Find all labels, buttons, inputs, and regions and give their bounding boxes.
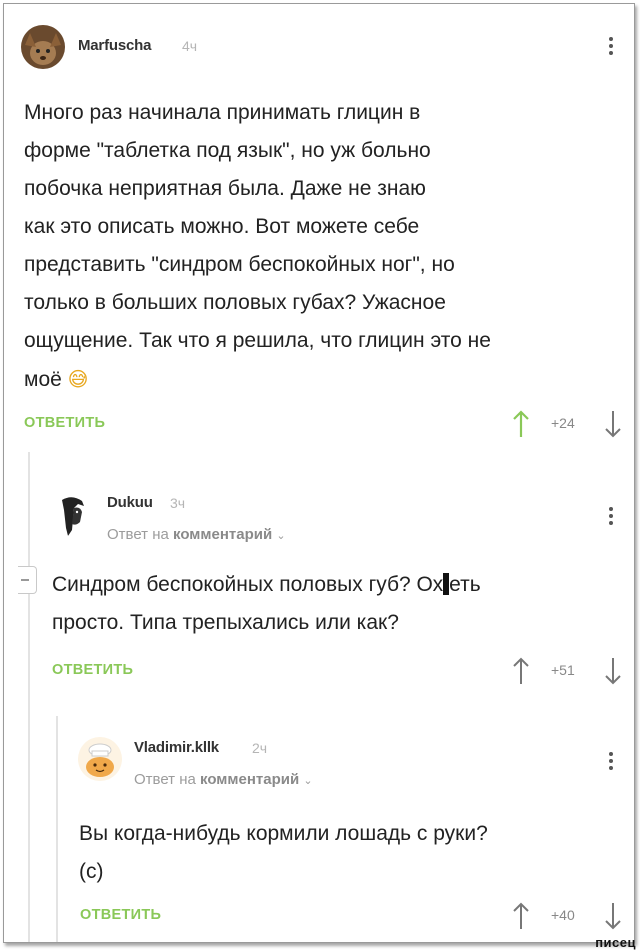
text-line: как это описать можно. Вот можете себе <box>24 215 420 238</box>
text-segment: Синдром беспокойных половых губ? Ох <box>52 573 444 596</box>
sweat-smile-emoji-icon: 😅 <box>67 367 89 391</box>
text-segment: еть <box>449 573 481 596</box>
reply-to-target: комментарий <box>200 771 300 788</box>
text-line: (с) <box>79 860 104 883</box>
reply-to-link[interactable]: Ответ на комментарий ⌄ <box>107 526 286 543</box>
vote-block: +24 <box>509 409 629 439</box>
downvote-arrow-icon[interactable] <box>603 656 623 686</box>
score: +24 <box>551 415 575 431</box>
comments-screenshot: Marfuscha 4ч Много раз начинала принимат… <box>3 3 635 943</box>
upvote-arrow-icon[interactable] <box>511 409 531 439</box>
username[interactable]: Vladimir.kllk <box>134 739 219 756</box>
timestamp: 2ч <box>252 740 268 756</box>
avatar[interactable] <box>78 737 122 781</box>
comment-marfuscha: Marfuscha 4ч Много раз начинала принимат… <box>4 4 634 444</box>
reply-to-prefix: Ответ на <box>107 526 169 543</box>
comment-text: Много раз начинала принимать глицин в фо… <box>24 94 624 399</box>
text-line: моё 😅 <box>24 360 624 399</box>
comment-text: Вы когда-нибудь кормили лошадь с руки? (… <box>79 815 624 891</box>
reply-button[interactable]: ОТВЕТИТЬ <box>80 907 161 923</box>
chevron-down-icon: ⌄ <box>303 775 313 787</box>
reply-to-target: комментарий <box>173 526 273 543</box>
text-line-last: моё <box>24 368 62 391</box>
vote-block: +40 <box>509 901 629 931</box>
reply-to-link[interactable]: Ответ на комментарий ⌄ <box>134 771 313 788</box>
username[interactable]: Dukuu <box>107 494 153 511</box>
score: +51 <box>551 662 575 678</box>
comment-dukuu: Dukuu 3ч Ответ на комментарий ⌄ Синдром … <box>4 474 634 704</box>
score: +40 <box>551 907 575 923</box>
upvote-arrow-icon[interactable] <box>511 901 531 931</box>
timestamp: 3ч <box>170 495 186 511</box>
text-line: побочка неприятная была. Даже не знаю <box>24 177 426 200</box>
text-line: Вы когда-нибудь кормили лошадь с руки? <box>79 822 488 845</box>
timestamp: 4ч <box>182 38 198 54</box>
avatar[interactable] <box>21 25 65 69</box>
avatar[interactable] <box>50 492 94 536</box>
reply-button[interactable]: ОТВЕТИТЬ <box>52 662 133 678</box>
upvote-arrow-icon[interactable] <box>511 656 531 686</box>
text-line: ощущение. Так что я решила, что глицин э… <box>24 329 491 352</box>
chevron-down-icon: ⌄ <box>276 530 286 542</box>
text-line: Много раз начинала принимать глицин в <box>24 101 421 124</box>
comment-text: Синдром беспокойных половых губ? Ох еть п… <box>52 566 627 642</box>
downvote-arrow-icon[interactable] <box>603 901 623 931</box>
username[interactable]: Marfuscha <box>78 37 151 54</box>
text-line: форме "таблетка под язык", но уж больно <box>24 139 431 162</box>
more-options-icon[interactable] <box>607 749 615 775</box>
comment-vladimir: Vladimir.kllk 2ч Ответ на комментарий ⌄ … <box>4 719 634 942</box>
text-line: только в больших половых губах? Ужасное <box>24 291 446 314</box>
downvote-arrow-icon[interactable] <box>603 409 623 439</box>
text-line: представить "синдром беспокойных ног", н… <box>24 253 455 276</box>
more-options-icon[interactable] <box>607 504 615 530</box>
more-options-icon[interactable] <box>607 34 615 60</box>
text-line: Синдром беспокойных половых губ? Ох еть <box>52 566 627 604</box>
watermark: писец <box>595 935 636 950</box>
text-line: просто. Типа трепыхались или как? <box>52 611 399 634</box>
vote-block: +51 <box>509 656 629 686</box>
reply-to-prefix: Ответ на <box>134 771 196 788</box>
reply-button[interactable]: ОТВЕТИТЬ <box>24 415 105 431</box>
